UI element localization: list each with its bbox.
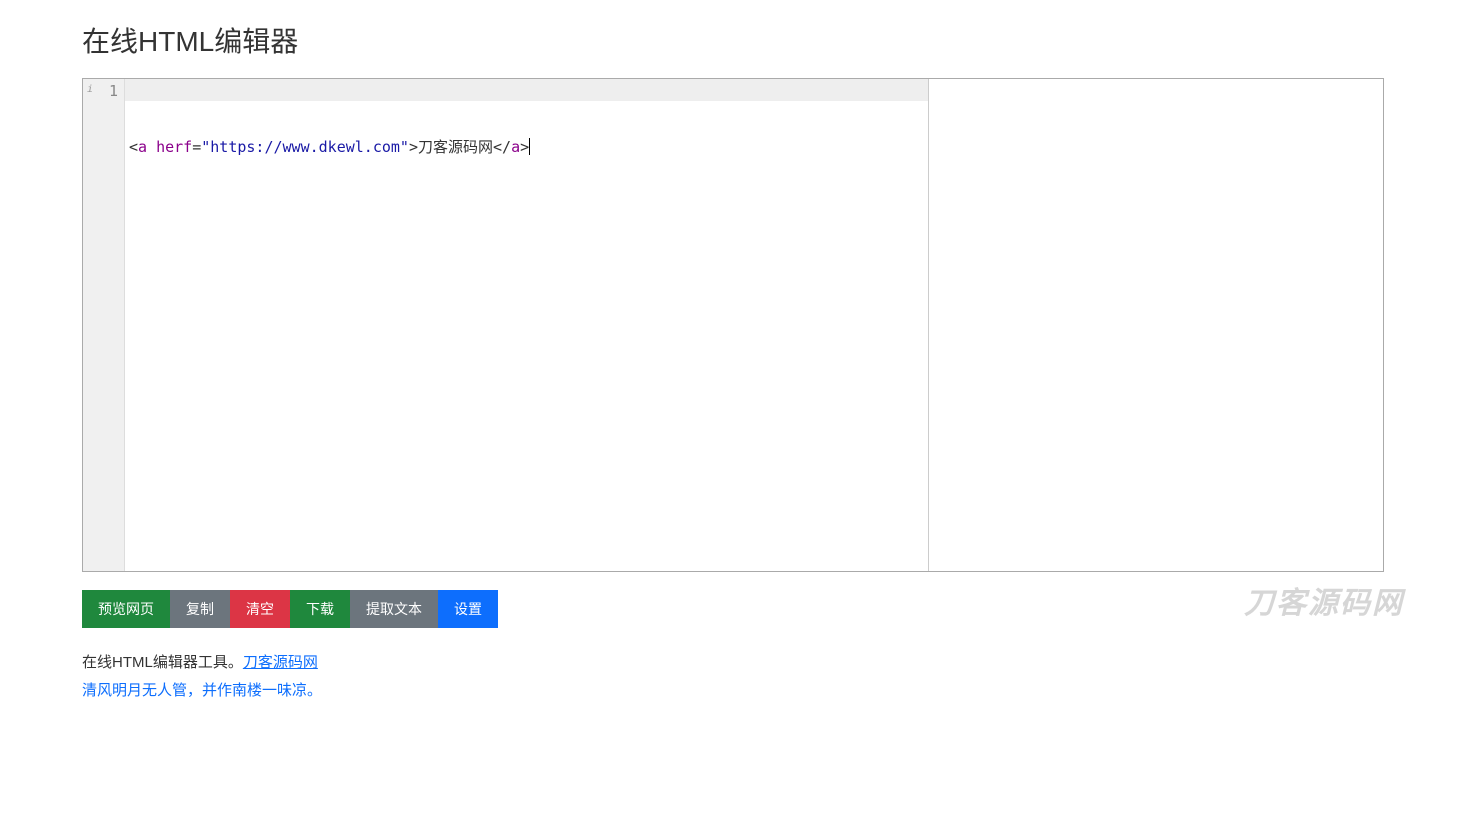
footer-desc: 在线HTML编辑器工具。 bbox=[82, 654, 243, 671]
footer-poem-link[interactable]: 清风明月无人管，并作南楼一味凉。 bbox=[82, 678, 1384, 704]
download-button[interactable]: 下载 bbox=[290, 590, 350, 628]
extract-text-button[interactable]: 提取文本 bbox=[350, 590, 438, 628]
code-token-eq: = bbox=[192, 138, 201, 156]
editor-split-pane: i 1 <a herf="https://www.dkewl.com">刀客源码… bbox=[82, 78, 1384, 572]
code-token-bracket: </ bbox=[493, 138, 511, 156]
code-token-space bbox=[147, 138, 156, 156]
copy-button[interactable]: 复制 bbox=[170, 590, 230, 628]
settings-button[interactable]: 设置 bbox=[438, 590, 498, 628]
text-cursor bbox=[529, 138, 530, 155]
code-token-text: 刀客源码网 bbox=[418, 138, 493, 156]
code-token-bracket: < bbox=[129, 138, 138, 156]
footer-link[interactable]: 刀客源码网 bbox=[243, 654, 318, 671]
code-input[interactable]: <a herf="https://www.dkewl.com">刀客源码网</a… bbox=[125, 79, 928, 571]
code-gutter: i 1 bbox=[83, 79, 125, 571]
code-content: <a herf="https://www.dkewl.com">刀客源码网</a… bbox=[129, 136, 924, 157]
code-editor-pane: i 1 <a herf="https://www.dkewl.com">刀客源码… bbox=[83, 79, 929, 571]
code-token-tag: a bbox=[138, 138, 147, 156]
code-token-bracket: > bbox=[409, 138, 418, 156]
footer: 在线HTML编辑器工具。刀客源码网 清风明月无人管，并作南楼一味凉。 bbox=[82, 650, 1384, 703]
page-title: 在线HTML编辑器 bbox=[82, 20, 1384, 60]
code-token-tag: a bbox=[511, 138, 520, 156]
code-token-bracket: > bbox=[520, 138, 529, 156]
code-token-string: "https://www.dkewl.com" bbox=[201, 138, 409, 156]
preview-pane bbox=[929, 79, 1383, 571]
info-icon: i bbox=[87, 84, 93, 95]
clear-button[interactable]: 清空 bbox=[230, 590, 290, 628]
toolbar: 预览网页 复制 清空 下载 提取文本 设置 bbox=[82, 590, 1384, 628]
active-line-highlight bbox=[125, 79, 928, 101]
preview-button[interactable]: 预览网页 bbox=[82, 590, 170, 628]
code-token-attr: herf bbox=[156, 138, 192, 156]
